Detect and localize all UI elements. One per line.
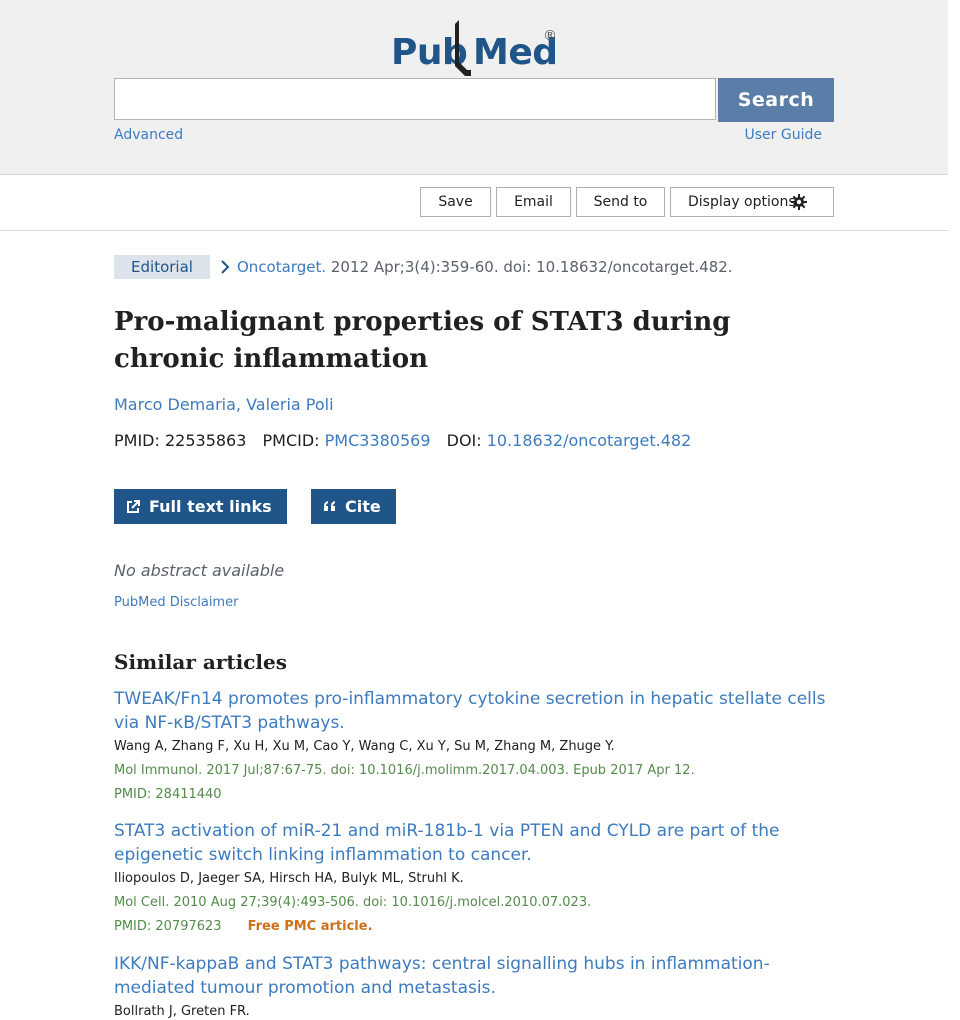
logo-registered-mark: ®	[543, 28, 557, 44]
similar-article-pmid-row: PMID: 20797623 Free PMC article.	[114, 919, 834, 935]
toolbar-divider	[0, 230, 948, 231]
similar-article-journal: Mol Cell. 2010 Aug 27;39(4):493-506. doi…	[114, 895, 592, 910]
similar-article-title-link[interactable]: STAT3 activation of miR-21 and miR-181b-…	[114, 821, 780, 865]
similar-article-authors: Iliopoulos D, Jaeger SA, Hirsch HA, Buly…	[114, 871, 464, 886]
search-button[interactable]: Search	[718, 78, 834, 122]
site-header: Pub Med ® Search Advanced User Guide	[0, 0, 948, 175]
similar-article-title-link[interactable]: IKK/NF-kappaB and STAT3 pathways: centra…	[114, 954, 770, 998]
citation-line: Oncotarget. 2012 Apr;3(4):359-60. doi: 1…	[237, 258, 733, 276]
gear-icon	[791, 194, 807, 210]
journal-link[interactable]: Oncotarget.	[237, 258, 326, 276]
advanced-search-link[interactable]: Advanced	[114, 127, 183, 143]
author-list: Marco Demaria, Valeria Poli	[114, 395, 334, 414]
similar-article-journal: Mol Immunol. 2017 Jul;87:67-75. doi: 10.…	[114, 763, 695, 778]
full-text-links-label: Full text links	[149, 497, 272, 516]
no-abstract-text: No abstract available	[114, 561, 285, 580]
similar-article-pmid: PMID: 28411440	[114, 787, 222, 802]
pmid-label: PMID:	[114, 431, 165, 450]
article-type-badge: Editorial	[114, 255, 210, 279]
list-item: IKK/NF-kappaB and STAT3 pathways: centra…	[114, 952, 834, 1020]
similar-article-authors: Wang A, Zhang F, Xu H, Xu M, Cao Y, Wang…	[114, 739, 615, 754]
list-item: STAT3 activation of miR-21 and miR-181b-…	[114, 819, 834, 935]
doi-link[interactable]: 10.18632/oncotarget.482	[487, 431, 692, 450]
similar-article-authors: Bollrath J, Greten FR.	[114, 1004, 250, 1019]
chevron-right-icon[interactable]	[220, 260, 230, 274]
author-separator: ,	[235, 395, 247, 414]
similar-articles-heading: Similar articles	[114, 650, 287, 674]
pmcid-link[interactable]: PMC3380569	[325, 431, 431, 450]
citation-details: 2012 Apr;3(4):359-60. doi: 10.18632/onco…	[326, 258, 733, 276]
cite-button[interactable]: Cite	[311, 489, 396, 524]
full-text-links-button[interactable]: Full text links	[114, 489, 287, 524]
doi-label: DOI:	[446, 431, 487, 450]
author-link[interactable]: Valeria Poli	[246, 395, 333, 414]
similar-article-title-link[interactable]: TWEAK/Fn14 promotes pro-inflammatory cyt…	[114, 689, 825, 733]
author-link[interactable]: Marco Demaria	[114, 395, 236, 414]
pmid-value: 22535863	[164, 431, 247, 450]
free-pmc-article-badge[interactable]: Free PMC article.	[248, 919, 373, 934]
display-options-button[interactable]: Display options	[670, 187, 834, 217]
search-input[interactable]	[114, 78, 716, 120]
user-guide-link[interactable]: User Guide	[745, 127, 822, 143]
page-title: Pro-malignant properties of STAT3 during…	[114, 307, 731, 374]
quote-icon	[324, 501, 335, 511]
list-item: TWEAK/Fn14 promotes pro-inflammatory cyt…	[114, 687, 834, 803]
send-to-button[interactable]: Send to	[576, 187, 665, 217]
display-options-label: Display options	[688, 194, 796, 210]
pmcid-label: PMCID:	[262, 431, 325, 450]
external-link-icon	[127, 500, 140, 513]
identifiers: PMID: 22535863 PMCID: PMC3380569 DOI: 10…	[114, 431, 691, 450]
email-button[interactable]: Email	[496, 187, 571, 217]
pubmed-logo[interactable]: Pub Med ®	[391, 20, 571, 76]
cite-label: Cite	[345, 497, 381, 516]
pubmed-disclaimer-link[interactable]: PubMed Disclaimer	[114, 595, 238, 610]
similar-article-pmid: PMID: 20797623	[114, 919, 222, 934]
save-button[interactable]: Save	[420, 187, 491, 217]
